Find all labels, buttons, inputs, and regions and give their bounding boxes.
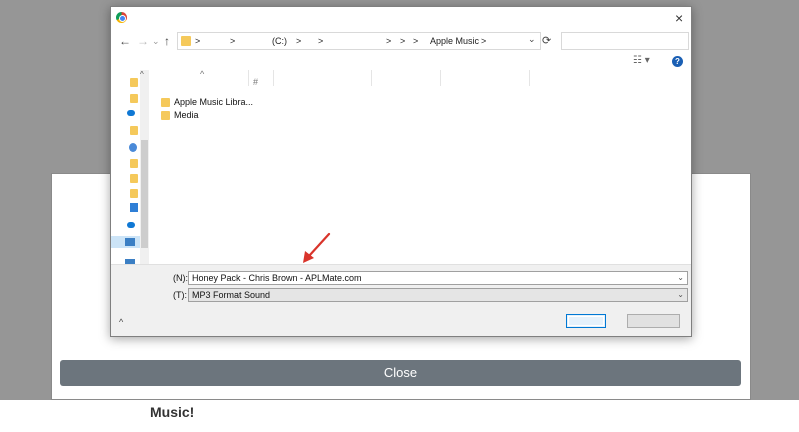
- file-name-label: (N):: [173, 273, 188, 283]
- column-divider: [529, 70, 530, 86]
- save-button[interactable]: [566, 314, 606, 328]
- chevron-down-icon[interactable]: ⌄: [152, 36, 160, 47]
- folder-icon: [181, 36, 191, 46]
- view-options-icon[interactable]: ☷ ▾: [633, 55, 650, 66]
- background-page: [0, 400, 799, 432]
- address-bar[interactable]: > > (C:) > > > > > Apple Music > ⌄: [177, 32, 541, 50]
- back-icon[interactable]: ←: [119, 34, 131, 48]
- breadcrumb-separator: >: [195, 36, 201, 46]
- chevron-down-icon[interactable]: ⌄: [528, 34, 536, 45]
- scrollbar-thumb[interactable]: [141, 140, 148, 248]
- save-options-panel: (N): Honey Pack - Chris Brown - APLMate.…: [111, 264, 691, 336]
- sort-arrow-icon[interactable]: ^: [200, 69, 204, 79]
- file-list: ^ # Apple Music Libra... Media: [150, 69, 691, 264]
- save-file-dialog: × ← → ⌄ ↑ > > (C:) > > > > > Apple Music…: [110, 6, 692, 337]
- column-divider: [440, 70, 441, 86]
- folder-icon[interactable]: [130, 94, 138, 103]
- breadcrumb-separator: >: [296, 36, 302, 46]
- folder-icon[interactable]: [130, 159, 138, 168]
- folder-icon: [161, 111, 170, 120]
- file-name: Media: [174, 110, 199, 120]
- hide-folders-icon[interactable]: ^: [119, 317, 123, 327]
- sidebar-scrollbar[interactable]: [140, 70, 149, 264]
- folder-icon[interactable]: [130, 174, 138, 183]
- breadcrumb-drive[interactable]: (C:): [272, 36, 287, 46]
- column-header-hash[interactable]: #: [253, 77, 258, 87]
- search-input[interactable]: [561, 32, 689, 50]
- breadcrumb-separator: >: [481, 36, 487, 46]
- close-button[interactable]: Close: [60, 360, 741, 386]
- breadcrumb-separator: >: [400, 36, 406, 46]
- breadcrumb-separator: >: [318, 36, 324, 46]
- folder-icon[interactable]: [130, 189, 138, 198]
- chevron-up-icon[interactable]: ^: [140, 70, 144, 79]
- column-divider: [273, 70, 274, 86]
- up-folder-icon[interactable]: ↑: [164, 34, 170, 48]
- cancel-button[interactable]: [627, 314, 680, 328]
- navigation-bar: ← → ⌄ ↑ > > (C:) > > > > > Apple Music >…: [111, 29, 691, 57]
- folder-icon[interactable]: [130, 78, 138, 87]
- forward-icon[interactable]: →: [137, 34, 149, 48]
- file-type-label: (T):: [173, 290, 187, 300]
- computer-icon[interactable]: [125, 238, 135, 246]
- breadcrumb-separator: >: [230, 36, 236, 46]
- column-divider: [248, 70, 249, 86]
- folder-icon[interactable]: [130, 126, 138, 135]
- onedrive-icon[interactable]: [127, 110, 135, 116]
- column-divider: [371, 70, 372, 86]
- folder-icon: [161, 98, 170, 107]
- breadcrumb-separator: >: [386, 36, 392, 46]
- breadcrumb-separator: >: [413, 36, 419, 46]
- onedrive-icon[interactable]: [127, 222, 135, 228]
- chevron-down-icon[interactable]: ⌄: [677, 289, 684, 301]
- refresh-icon[interactable]: ⟳: [542, 34, 551, 47]
- file-name: Apple Music Libra...: [174, 97, 254, 107]
- background-text: Music!: [150, 404, 195, 420]
- file-name-value: Honey Pack - Chris Brown - APLMate.com: [192, 273, 362, 283]
- navigation-pane: ^: [111, 70, 149, 265]
- file-type-select[interactable]: MP3 Format Sound ⌄: [188, 288, 688, 302]
- close-icon[interactable]: ×: [675, 10, 683, 26]
- chrome-icon: [116, 12, 127, 23]
- breadcrumb-folder[interactable]: Apple Music: [430, 36, 479, 46]
- chevron-down-icon[interactable]: ⌄: [677, 272, 684, 284]
- dialog-toolbar: ☷ ▾ ?: [111, 55, 691, 71]
- file-type-value: MP3 Format Sound: [192, 290, 271, 300]
- help-icon[interactable]: ?: [672, 56, 683, 67]
- apps-icon[interactable]: [130, 203, 138, 212]
- file-name-input[interactable]: Honey Pack - Chris Brown - APLMate.com ⌄: [188, 271, 688, 285]
- dialog-titlebar: ×: [111, 7, 691, 29]
- network-icon[interactable]: [129, 143, 137, 152]
